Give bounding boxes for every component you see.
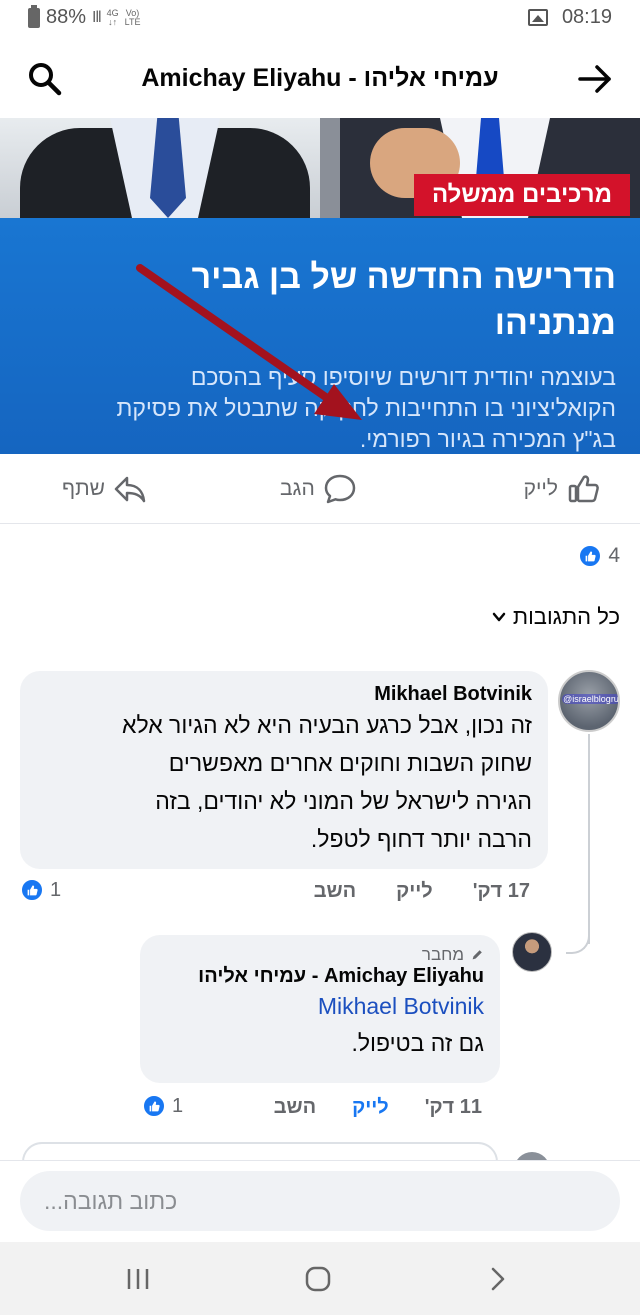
comment-reactions[interactable]: 1 — [20, 878, 61, 902]
mention-link[interactable]: Mikhael Botvinik — [156, 988, 484, 1024]
like-reaction-icon — [20, 878, 44, 902]
like-button[interactable]: לייק — [524, 472, 600, 506]
reply-bubble: מחבר Amichay Eliyahu - עמיחי אליהו Mikha… — [140, 935, 500, 1083]
recents-icon[interactable] — [118, 1262, 158, 1296]
thread-connector — [566, 914, 590, 954]
comment-author[interactable]: Mikhael Botvinik — [36, 683, 532, 706]
reaction-summary[interactable]: 4 — [578, 544, 620, 568]
page-title: Amichay Eliyahu - עמיחי אליהו — [141, 64, 499, 92]
comment-reaction-count: 1 — [172, 1094, 184, 1117]
app-header: Amichay Eliyahu - עמיחי אליהו — [0, 40, 640, 118]
avatar[interactable]: @israelblogru — [558, 670, 620, 732]
comment-bubble: Mikhael Botvinik זה נכון, אבל כרגע הבעיה… — [20, 671, 548, 869]
arrow-right-icon[interactable] — [576, 60, 614, 98]
comment-meta: 17 דק' לייק השב — [314, 880, 530, 903]
comment-text: גם זה בטיפול. — [351, 1030, 484, 1056]
comment-button[interactable]: הגב — [280, 472, 357, 506]
subtext-line: בג"ץ המכירה בגיור רפורמי. — [359, 426, 616, 452]
image-tag: מרכיבים ממשלה — [413, 174, 630, 216]
thread-line — [588, 734, 590, 944]
comment-author[interactable]: Amichay Eliyahu - עמיחי אליהו — [156, 965, 484, 988]
comments-filter-dropdown[interactable]: כל התגובות — [491, 604, 620, 630]
comment-meta: 11 דק' לייק השב — [274, 1096, 482, 1119]
pencil-icon — [472, 950, 482, 960]
back-chevron-icon[interactable] — [478, 1262, 518, 1296]
share-icon — [114, 476, 146, 503]
status-left: 88% Ill 4G ↓↑ Vo) LTE — [28, 4, 141, 29]
author-badge-label: מחבר — [421, 945, 464, 964]
avatar-label: @israelblogru — [562, 694, 619, 704]
gallery-notification-icon — [527, 9, 548, 26]
comment-like-button[interactable]: לייק — [396, 880, 433, 903]
network-type: 4G ↓↑ — [107, 8, 119, 27]
comment-input[interactable]: כתוב תגובה... — [20, 1171, 620, 1231]
data-arrows-icon: ↓↑ — [108, 16, 118, 27]
status-right: 08:19 — [527, 6, 612, 29]
chevron-down-icon — [492, 612, 506, 622]
comment-line: זה נכון, אבל כרגע הבעיה היא לא הגיור אלא — [122, 712, 532, 738]
post-actions-bar: לייק הגב שתף — [0, 454, 640, 524]
like-label: לייק — [523, 477, 558, 500]
comment-reaction-count: 1 — [50, 878, 62, 901]
avatar[interactable] — [512, 932, 552, 972]
comment-line: הרבה יותר דחוף לטפל. — [310, 826, 532, 852]
comment-time: 17 דק' — [472, 880, 530, 902]
headline-line: הדרישה החדשה של בן גביר — [191, 258, 616, 296]
battery-level: 88% — [46, 6, 87, 28]
reaction-count: 4 — [608, 544, 620, 567]
comment-reply-button[interactable]: השב — [274, 1096, 316, 1119]
post-image[interactable]: מרכיבים ממשלה הדרישה החדשה של בן גביר מנ… — [0, 118, 640, 454]
battery-icon — [28, 4, 40, 28]
like-reaction-icon — [578, 544, 603, 568]
share-label: שתף — [62, 477, 105, 500]
comment-text: זה נכון, אבל כרגע הבעיה היא לא הגיור אלא… — [36, 706, 532, 858]
comment-icon — [324, 474, 356, 504]
search-icon[interactable] — [26, 60, 64, 98]
system-nav-bar — [0, 1242, 640, 1315]
comment-like-button[interactable]: לייק — [352, 1096, 389, 1119]
subtext-line: הקואליציוני בו התחייבות לחקיקה שתבטל את … — [116, 395, 616, 421]
signal-icon: Ill — [92, 8, 102, 26]
home-icon[interactable] — [298, 1262, 338, 1296]
clock: 08:19 — [561, 6, 612, 28]
comment-time: 11 דק' — [424, 1096, 482, 1118]
author-badge: מחבר — [156, 945, 484, 965]
like-reaction-icon — [142, 1094, 166, 1118]
image-subtext: בעוצמה יהודית דורשים שיוסיפו סעיף בהסכם … — [16, 362, 616, 454]
comment-line: הגירה לישראל של המוני לא יהודים, בזה — [155, 788, 532, 814]
filter-label: כל התגובות — [512, 604, 620, 629]
volte-indicator: Vo) LTE — [124, 8, 141, 27]
comment-line: שחוק השבות וחוקים אחרים מאפשרים — [168, 750, 532, 776]
share-button[interactable]: שתף — [62, 472, 147, 506]
headline-line: מנתניהו — [494, 304, 616, 342]
comment-reactions[interactable]: 1 — [142, 1094, 183, 1118]
volte-line2: LTE — [124, 16, 141, 27]
comment-label: הגב — [280, 477, 315, 500]
subtext-line: בעוצמה יהודית דורשים שיוסיפו סעיף בהסכם — [190, 364, 616, 390]
thumbs-up-icon — [568, 475, 599, 503]
image-headline: הדרישה החדשה של בן גביר מנתניהו — [16, 254, 616, 346]
comment-reply-button[interactable]: השב — [314, 880, 356, 903]
composer-bar: כתוב תגובה... — [0, 1160, 640, 1242]
status-bar: 88% Ill 4G ↓↑ Vo) LTE 08:19 — [0, 0, 640, 40]
